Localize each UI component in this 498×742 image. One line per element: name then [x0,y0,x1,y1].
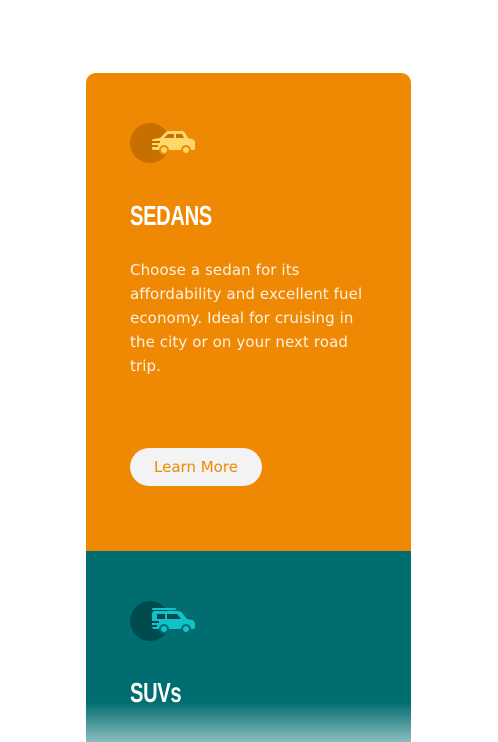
sedans-title: SEDANS [130,200,212,231]
learn-more-button[interactable]: Learn More [130,448,262,486]
sedan-car-icon [130,122,200,164]
suv-car-icon [130,600,200,642]
suvs-card: SUVs [86,551,411,742]
suvs-title: SUVs [130,677,182,708]
card-stack: SEDANS Choose a sedan for its affordabil… [86,73,411,742]
sedans-card: SEDANS Choose a sedan for its affordabil… [86,73,411,551]
sedans-description: Choose a sedan for its affordability and… [130,261,363,375]
